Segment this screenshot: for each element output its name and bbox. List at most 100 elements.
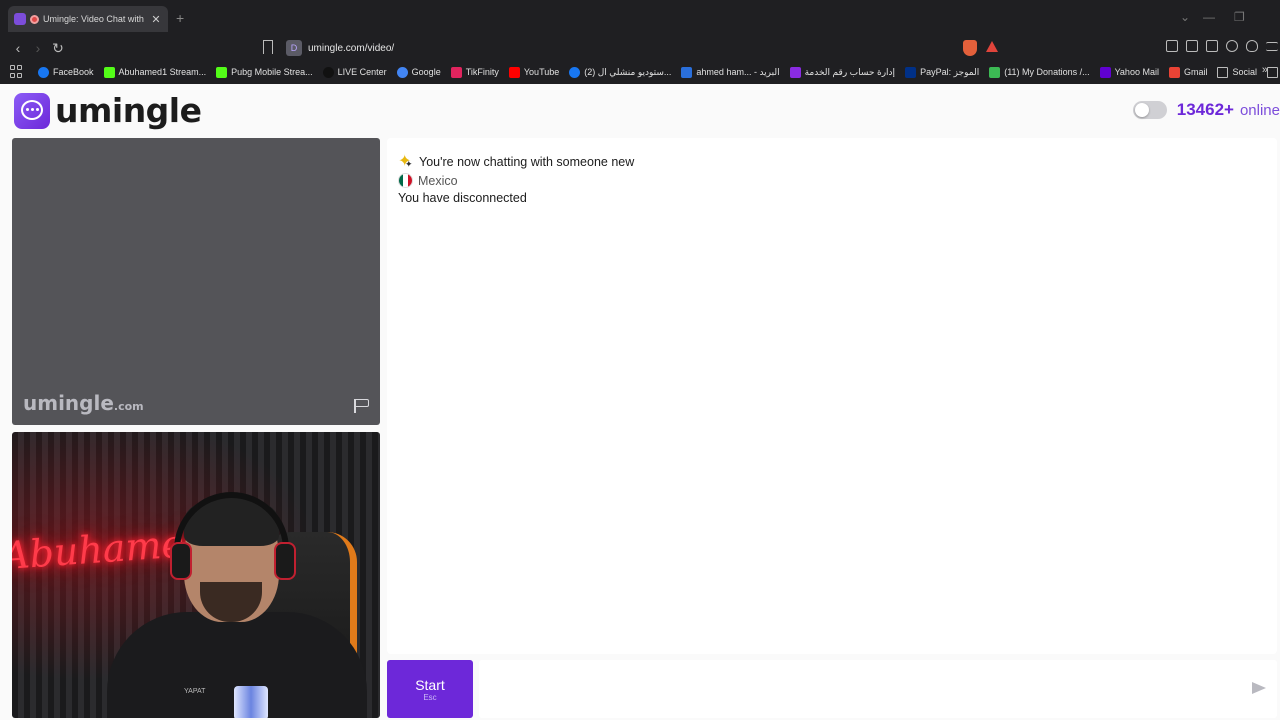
browser-tab-umingle[interactable]: Umingle: Video Chat with Str ✕	[8, 6, 168, 32]
message-input-container	[479, 660, 1277, 718]
leo-ai-icon[interactable]	[1226, 40, 1238, 52]
reload-button[interactable]: ↻	[50, 39, 66, 57]
bookmark-item[interactable]: Google	[396, 66, 441, 78]
start-button[interactable]: Start Esc	[387, 660, 473, 718]
wallet-icon[interactable]	[1206, 40, 1218, 52]
umingle-logo[interactable]: umingle	[14, 91, 202, 130]
tab-title: Umingle: Video Chat with Str	[43, 14, 146, 24]
bookmark-label: LIVE Center	[337, 67, 387, 77]
folder-icon	[1217, 66, 1229, 78]
bookmark-item[interactable]: Pubg Mobile Strea...	[216, 66, 313, 78]
bookmark-item[interactable]: LIVE Center	[322, 66, 387, 78]
site-info-icon[interactable]: D	[286, 40, 302, 56]
bookmark-item[interactable]: (2) ستوديو منشلي ال...	[569, 66, 672, 78]
system-message-connected: You're now chatting with someone new	[398, 151, 1266, 171]
bookmark-label: Gmail	[1183, 67, 1208, 77]
tab-close-icon[interactable]: ✕	[150, 13, 162, 26]
start-label: Start	[415, 677, 445, 693]
extensions-icon[interactable]	[1166, 40, 1178, 52]
mail-icon	[681, 66, 693, 78]
recording-indicator-icon	[30, 14, 39, 24]
browser-tab-bar: Umingle: Video Chat with Str ✕ + ⌄ — ❐	[0, 0, 1280, 36]
report-flag-icon[interactable]	[354, 399, 370, 413]
bookmark-label: Abuhamed1 Stream...	[118, 67, 207, 77]
bookmark-item[interactable]: TikFinity	[450, 66, 499, 78]
headset-right-cup	[274, 542, 296, 580]
back-button[interactable]: ‹	[10, 39, 26, 57]
bookmark-item[interactable]: Abuhamed1 Stream...	[103, 66, 207, 78]
window-minimize-button[interactable]: —	[1203, 10, 1215, 24]
online-count: 13462+	[1176, 100, 1234, 119]
kick-icon	[216, 66, 228, 78]
bookmark-label: Google	[411, 67, 441, 77]
umingle-page: umingle 13462+ online umingle.com Abuham…	[0, 84, 1280, 720]
watermark-text: umingle	[23, 391, 114, 415]
browser-toolbar: ‹ › ↻ D umingle.com/video/	[0, 36, 1280, 60]
tikfinity-icon	[450, 66, 462, 78]
shirt-print: YAPAT	[184, 688, 206, 695]
stranger-video: umingle.com	[12, 138, 380, 425]
bookmark-label: (2) ستوديو منشلي ال...	[584, 66, 672, 77]
bookmark-item[interactable]: إدارة حساب رقم الخدمة	[789, 66, 896, 78]
vpn-shield-icon[interactable]	[1246, 40, 1258, 52]
bookmark-item[interactable]: Yahoo Mail	[1099, 66, 1159, 78]
headset-left-cup	[170, 542, 192, 580]
self-video: Abuhamed YAPAT	[12, 432, 380, 718]
bookmark-item[interactable]: ahmed ham... - البريد	[681, 66, 780, 78]
address-bar-url[interactable]: umingle.com/video/	[308, 43, 394, 54]
bookmarks-bar: FaceBook Abuhamed1 Stream... Pubg Mobile S…	[0, 60, 1280, 84]
brave-rewards-icon[interactable]	[986, 41, 998, 52]
theme-toggle[interactable]	[1132, 101, 1167, 119]
bookmarks-overflow-icon[interactable]: »	[1262, 64, 1268, 76]
chat-bubble-logo-icon	[14, 92, 50, 129]
umingle-favicon-icon	[14, 13, 26, 25]
donation-icon	[989, 66, 1001, 78]
message-input[interactable]	[489, 670, 1229, 708]
system-message-disconnected: You have disconnected	[398, 191, 527, 205]
gmail-icon	[1168, 66, 1180, 78]
brave-shields-icon[interactable]	[963, 40, 977, 56]
start-shortcut-hint: Esc	[423, 693, 437, 702]
kick-icon	[103, 66, 115, 78]
paypal-icon	[905, 66, 917, 78]
bookmark-item[interactable]: FaceBook	[38, 66, 94, 78]
forward-button[interactable]: ›	[30, 39, 46, 57]
sidebar-icon[interactable]	[1186, 40, 1198, 52]
tiktok-icon	[322, 66, 334, 78]
google-icon	[396, 66, 408, 78]
yahoo-icon	[1099, 66, 1111, 78]
bookmark-label: ahmed ham... - البريد	[696, 66, 780, 77]
bookmark-label: TikFinity	[465, 67, 499, 77]
tab-search-dropdown-icon[interactable]: ⌄	[1180, 10, 1190, 24]
drink-can	[234, 686, 268, 718]
online-indicator: 13462+ online	[1132, 100, 1280, 120]
country-text: Mexico	[418, 173, 458, 188]
service-icon	[789, 66, 801, 78]
bookmark-item[interactable]: YouTube	[508, 66, 560, 78]
bookmark-label: Yahoo Mail	[1114, 67, 1159, 77]
address-bar[interactable]: D umingle.com/video/	[282, 37, 1006, 59]
bookmark-item[interactable]: Gmail	[1168, 66, 1208, 78]
apps-grid-icon[interactable]	[10, 65, 22, 79]
bookmark-label: إدارة حساب رقم الخدمة	[804, 66, 896, 77]
bookmark-label: (11) My Donations /...	[1004, 67, 1090, 77]
bookmark-page-icon[interactable]	[263, 40, 273, 54]
connected-text: You're now chatting with someone new	[419, 154, 635, 169]
bookmark-item[interactable]: (11) My Donations /...	[989, 66, 1090, 78]
bookmark-item[interactable]: Google	[1266, 66, 1280, 78]
facebook-icon	[569, 66, 581, 78]
send-icon[interactable]	[1252, 682, 1266, 694]
system-message-country: Mexico	[398, 171, 1266, 190]
youtube-icon	[508, 66, 520, 78]
mexico-flag-icon	[398, 173, 413, 188]
logo-text: umingle	[55, 91, 202, 130]
folder-icon	[1266, 66, 1278, 78]
chat-panel: You're now chatting with someone new Mex…	[387, 138, 1277, 654]
bookmark-item[interactable]: PayPal: الموجز	[905, 66, 979, 78]
window-restore-button[interactable]: ❐	[1234, 10, 1245, 24]
menu-icon[interactable]	[1266, 42, 1278, 51]
umingle-watermark: umingle.com	[23, 391, 144, 415]
new-tab-button[interactable]: +	[176, 10, 184, 26]
bookmark-item[interactable]: Social	[1217, 66, 1257, 78]
bookmark-label: YouTube	[523, 67, 560, 77]
